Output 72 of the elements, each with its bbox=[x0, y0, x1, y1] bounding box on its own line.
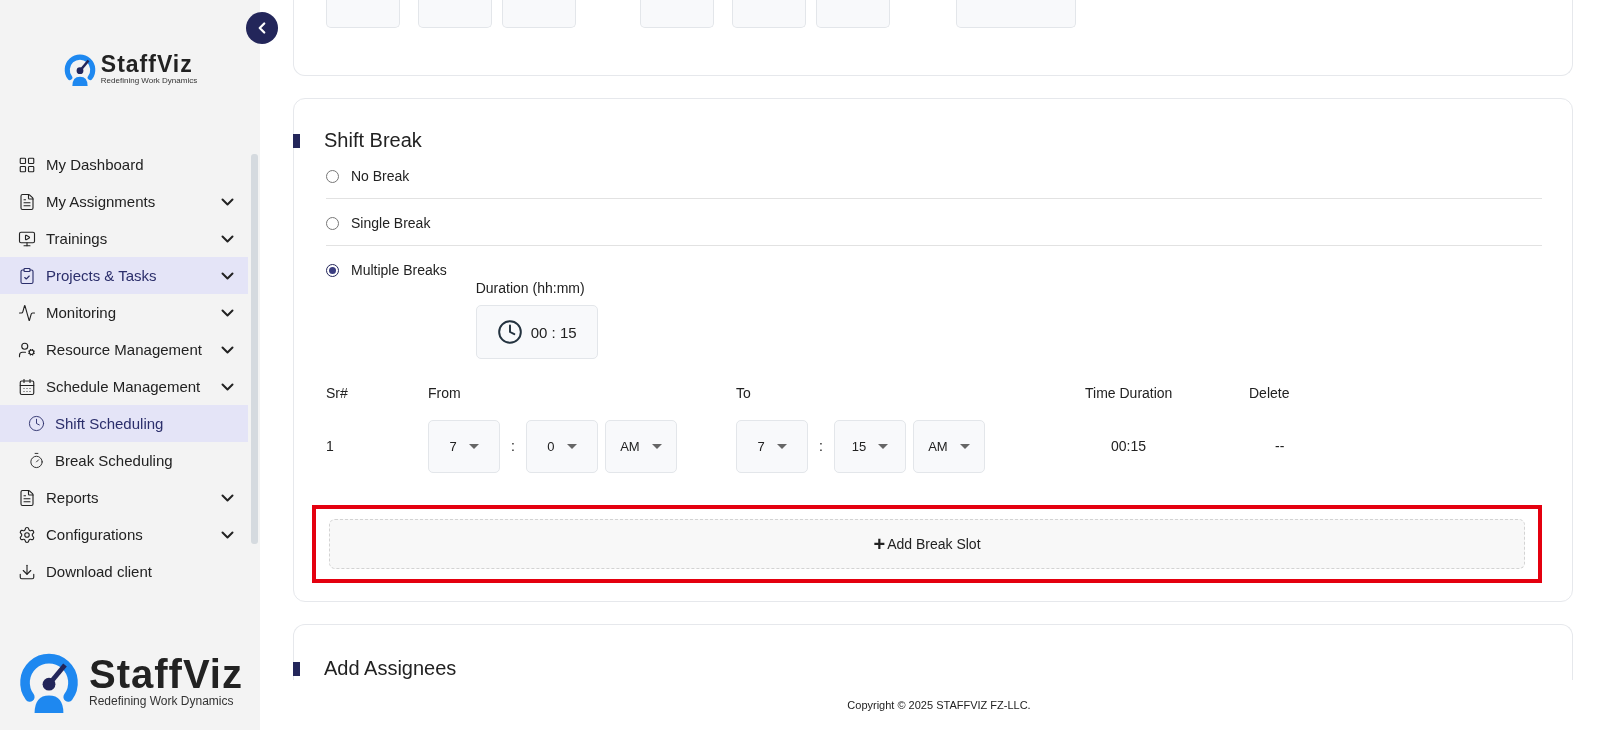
time-separator: : bbox=[819, 438, 823, 454]
sidebar-item[interactable]: Configurations bbox=[0, 516, 248, 553]
section-marker bbox=[293, 661, 300, 676]
table-cell: 00:15 bbox=[1111, 438, 1147, 454]
grid-icon bbox=[18, 155, 36, 174]
input-field[interactable] bbox=[956, 0, 1076, 28]
document-icon bbox=[18, 192, 36, 211]
chart-line-icon bbox=[18, 303, 36, 322]
radio-label: Single Break bbox=[351, 215, 431, 231]
timer-icon bbox=[28, 452, 45, 469]
user-gear-icon bbox=[18, 340, 36, 359]
caret-icon bbox=[651, 443, 662, 449]
sidebar-subitem[interactable]: Shift Scheduling bbox=[0, 405, 248, 442]
download-icon bbox=[18, 562, 36, 581]
sidebar-item[interactable]: Projects & Tasks bbox=[0, 257, 248, 294]
period-select[interactable]: AM bbox=[604, 419, 677, 473]
sidebar-item[interactable]: Reports bbox=[0, 479, 248, 516]
scrollbar[interactable] bbox=[251, 154, 258, 544]
add-break-slot-button[interactable]: +Add Break Slot bbox=[329, 519, 1525, 569]
input-field[interactable] bbox=[326, 0, 400, 28]
logo-tagline: Redefining Work Dynamics bbox=[89, 694, 235, 708]
radio-label: No Break bbox=[351, 168, 410, 184]
minute-select[interactable]: 0 bbox=[525, 419, 598, 473]
caret-icon bbox=[566, 443, 577, 449]
table-cell: -- bbox=[1275, 438, 1285, 454]
logo-tagline: Redefining Work Dynamics bbox=[100, 76, 198, 85]
section-title: Shift Break bbox=[324, 129, 422, 152]
calendar-icon bbox=[18, 377, 36, 396]
minute-select[interactable]: 15 bbox=[833, 419, 906, 473]
logo-name: StaffViz bbox=[89, 654, 243, 694]
settings-icon bbox=[18, 525, 36, 544]
period-select[interactable]: AM bbox=[912, 419, 985, 473]
radio-label: Multiple Breaks bbox=[351, 262, 447, 278]
section-title: Add Assignees bbox=[324, 657, 457, 680]
sidebar-item[interactable]: My Dashboard bbox=[0, 146, 248, 183]
clock-icon bbox=[28, 415, 45, 432]
caret-icon bbox=[878, 443, 889, 449]
column-header: Delete bbox=[1249, 385, 1290, 401]
input-field[interactable] bbox=[502, 0, 576, 28]
logo-name: StaffViz bbox=[100, 53, 194, 76]
sidebar-item[interactable]: My Assignments bbox=[0, 183, 248, 220]
play-screen-icon bbox=[18, 229, 36, 248]
time-separator: : bbox=[511, 438, 515, 454]
input-field[interactable] bbox=[816, 0, 890, 28]
input-field[interactable] bbox=[640, 0, 714, 28]
caret-icon bbox=[468, 443, 479, 449]
document-icon bbox=[18, 488, 36, 507]
duration-field[interactable]: 00 : 15 bbox=[475, 305, 598, 359]
sidebar-item[interactable]: Monitoring bbox=[0, 294, 248, 331]
input-field[interactable] bbox=[732, 0, 806, 28]
caret-icon bbox=[959, 443, 970, 449]
table-cell: 1 bbox=[326, 438, 334, 454]
column-header: To bbox=[736, 385, 751, 401]
copyright-text: Copyright © 2025 STAFFVIZ FZ-LLC. bbox=[847, 699, 1031, 711]
section-marker bbox=[293, 133, 300, 148]
column-header: From bbox=[428, 385, 461, 401]
sidebar-subitem[interactable]: Break Scheduling bbox=[0, 442, 248, 479]
input-field[interactable] bbox=[418, 0, 492, 28]
sidebar-item[interactable]: Resource Management bbox=[0, 331, 248, 368]
sidebar-item[interactable]: Download client bbox=[0, 553, 248, 590]
field-label: Duration (hh:mm) bbox=[475, 280, 586, 296]
logo-icon bbox=[62, 52, 97, 86]
hour-select[interactable]: 7 bbox=[736, 419, 808, 473]
collapse-button[interactable] bbox=[246, 12, 278, 44]
caret-icon bbox=[776, 443, 787, 449]
hour-select[interactable]: 7 bbox=[428, 419, 500, 473]
sidebar-item[interactable]: Schedule Management bbox=[0, 368, 248, 405]
clock-icon bbox=[496, 319, 523, 345]
clipboard-check-icon bbox=[18, 266, 36, 285]
column-header: Sr# bbox=[326, 385, 348, 401]
sidebar-item[interactable]: Trainings bbox=[0, 220, 248, 257]
column-header: Time Duration bbox=[1085, 385, 1173, 401]
